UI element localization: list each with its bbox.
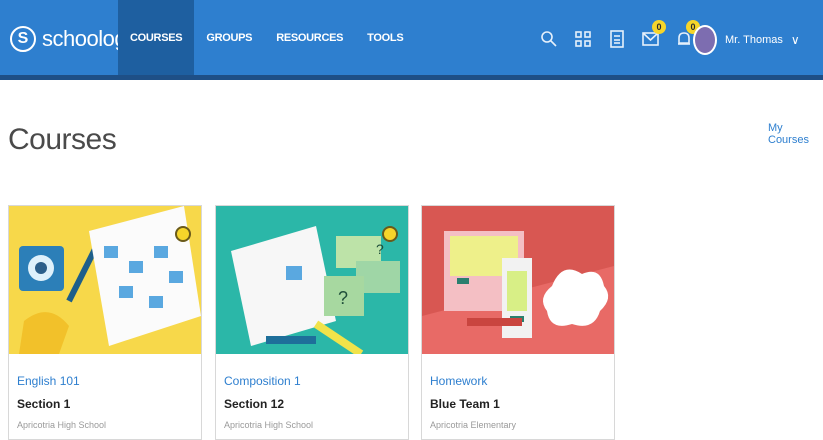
user-menu[interactable]: Mr. Thomas ∨: [693, 22, 800, 58]
course-card-body: English 101 Section 1 Apricotria High Sc…: [9, 354, 201, 439]
calendar-icon: [610, 30, 624, 48]
course-card-image: ? ?: [216, 206, 408, 354]
messages-badge: 0: [652, 20, 666, 34]
course-card-body: Composition 1 Section 12 Apricotria High…: [216, 354, 408, 439]
course-school: Apricotria Elementary: [430, 420, 517, 430]
course-title[interactable]: English 101: [17, 374, 193, 388]
nav-resources[interactable]: RESOURCES: [264, 0, 355, 75]
course-card-image: [422, 206, 614, 354]
course-title[interactable]: Composition 1: [224, 374, 400, 388]
nav-tools[interactable]: TOOLS: [355, 0, 415, 75]
page-title: Courses: [8, 123, 117, 156]
course-card-english-101[interactable]: English 101 Section 1 Apricotria High Sc…: [8, 205, 202, 440]
course-section: Section 12: [224, 397, 285, 411]
user-name: Mr. Thomas: [725, 34, 783, 46]
main-nav: COURSES GROUPS RESOURCES TOOLS: [118, 0, 415, 75]
top-navigation-bar: S schoology COURSES GROUPS RESOURCES TOO…: [0, 0, 823, 80]
calendar-button[interactable]: [600, 22, 634, 56]
svg-text:?: ?: [338, 288, 348, 308]
course-school: Apricotria High School: [17, 420, 107, 430]
avatar: [693, 25, 717, 55]
messages-button[interactable]: 0: [634, 20, 668, 56]
course-card-homework[interactable]: Homework Blue Team 1 Apricotria Elementa…: [421, 205, 615, 440]
brand-mark-icon: S: [10, 26, 36, 52]
nav-courses[interactable]: COURSES: [118, 0, 195, 75]
toolbar-icons: 0 0: [532, 14, 702, 64]
my-courses-link[interactable]: My Courses: [768, 122, 823, 146]
course-section: Section 1: [17, 397, 71, 411]
apps-grid-icon: [575, 31, 591, 47]
nav-groups[interactable]: GROUPS: [194, 0, 264, 75]
svg-text:?: ?: [376, 241, 384, 257]
chevron-down-icon: ∨: [790, 33, 800, 47]
course-title[interactable]: Homework: [430, 374, 606, 388]
course-card-image: [9, 206, 201, 354]
course-options-gear-icon[interactable]: [175, 226, 191, 242]
course-school: Apricotria High School: [224, 420, 314, 430]
course-options-gear-icon[interactable]: [382, 226, 398, 242]
search-icon: [541, 31, 557, 47]
course-card-body: Homework Blue Team 1 Apricotria Elementa…: [422, 354, 614, 439]
apps-button[interactable]: [566, 22, 600, 56]
course-card-composition-1[interactable]: ? ? Composition 1 Section 12 Apricotria …: [215, 205, 409, 440]
course-section: Blue Team 1: [430, 397, 500, 411]
search-button[interactable]: [532, 22, 566, 56]
